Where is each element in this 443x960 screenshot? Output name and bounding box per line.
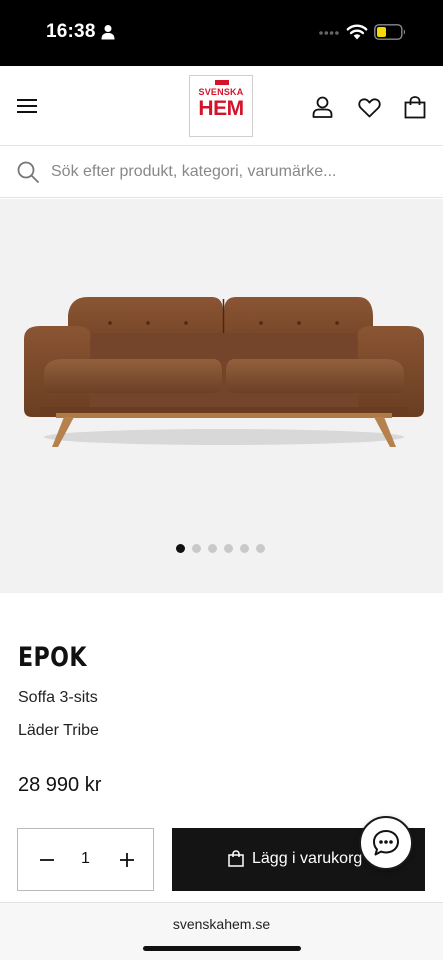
- search-bar: [0, 146, 443, 198]
- logo-top-text: SVENSKA: [198, 87, 244, 97]
- site-header: SVENSKA HEM: [0, 66, 443, 146]
- pagination-dot-active[interactable]: [176, 544, 185, 553]
- shopping-bag-icon: [228, 850, 244, 867]
- site-logo[interactable]: SVENSKA HEM: [189, 75, 253, 137]
- pagination-dot[interactable]: [192, 544, 201, 553]
- gallery-pagination: [176, 544, 265, 554]
- add-to-cart-label: Lägg i varukorg: [252, 850, 363, 867]
- product-type: Soffa 3-sits: [18, 689, 98, 706]
- product-price: 28 990 kr: [18, 774, 102, 796]
- home-indicator[interactable]: [143, 946, 301, 951]
- logo-accent-bar: [215, 80, 229, 85]
- browser-url[interactable]: svenskahem.se: [0, 916, 443, 932]
- pagination-dot[interactable]: [240, 544, 249, 553]
- menu-icon[interactable]: [16, 97, 38, 115]
- search-input[interactable]: [51, 156, 421, 188]
- quantity-stepper: 1: [17, 828, 154, 891]
- wifi-icon: [346, 24, 368, 40]
- product-name: EPOK: [18, 642, 87, 673]
- shopping-bag-icon[interactable]: [404, 96, 426, 119]
- status-bar: 16:38: [0, 0, 443, 66]
- heart-icon[interactable]: [358, 98, 381, 118]
- browser-address-bar: svenskahem.se: [0, 902, 443, 960]
- status-time: 16:38: [46, 21, 96, 42]
- pagination-dot[interactable]: [256, 544, 265, 553]
- sofa-product-image[interactable]: [18, 289, 430, 459]
- pagination-dot[interactable]: [208, 544, 217, 553]
- pagination-dot[interactable]: [224, 544, 233, 553]
- chat-button[interactable]: [359, 816, 413, 870]
- battery-icon: [374, 24, 406, 40]
- logo-main-text: HEM: [198, 97, 244, 120]
- chat-bubble-icon: [373, 830, 399, 856]
- search-icon[interactable]: [16, 160, 40, 184]
- product-material: Läder Tribe: [18, 722, 99, 739]
- product-gallery[interactable]: [0, 199, 443, 593]
- plus-icon[interactable]: [116, 849, 138, 871]
- user-icon[interactable]: [312, 96, 333, 118]
- person-icon: [101, 25, 115, 40]
- cellular-signal-icon: [319, 31, 339, 35]
